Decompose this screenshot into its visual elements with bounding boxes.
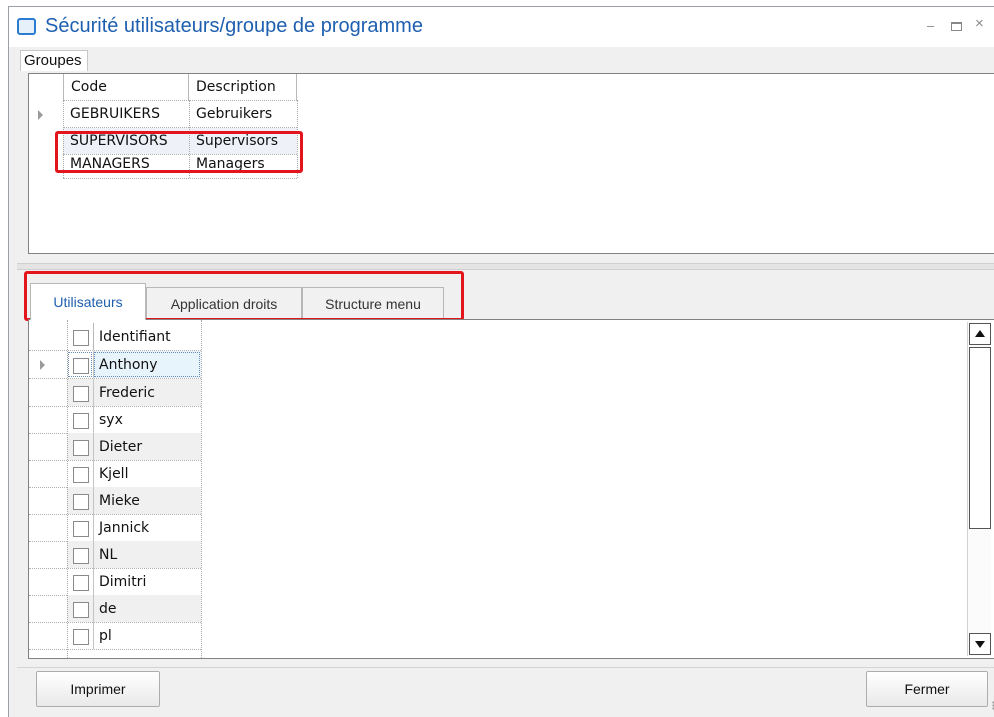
scroll-up-button[interactable] bbox=[969, 323, 991, 345]
user-name[interactable]: pl bbox=[93, 622, 201, 649]
user-row[interactable]: Dimitri bbox=[29, 568, 201, 595]
divider bbox=[17, 667, 994, 668]
group-description[interactable]: Gebruikers bbox=[189, 101, 297, 127]
groups-grid: Code Description GEBRUIKERS Gebruikers S… bbox=[28, 73, 994, 254]
tab-utilisateurs[interactable]: Utilisateurs bbox=[30, 283, 146, 320]
user-checkbox[interactable] bbox=[73, 629, 89, 645]
user-row[interactable]: de bbox=[29, 595, 201, 622]
groups-header-row: Code Description bbox=[29, 74, 297, 100]
tab-structure-menu[interactable]: Structure menu bbox=[302, 287, 444, 319]
user-checkbox[interactable] bbox=[73, 413, 89, 429]
users-grid: Identifiant Anthony Frederic syx Dieter bbox=[28, 319, 994, 659]
group-code[interactable]: SUPERVISORS bbox=[63, 128, 189, 154]
user-row[interactable]: syx bbox=[29, 406, 201, 433]
column-header-identifiant[interactable]: Identifiant bbox=[93, 323, 201, 350]
user-row[interactable]: pl bbox=[29, 622, 201, 649]
tab-application-droits[interactable]: Application droits bbox=[146, 287, 302, 319]
user-checkbox[interactable] bbox=[73, 548, 89, 564]
scroll-thumb[interactable] bbox=[969, 347, 991, 529]
close-button[interactable]: Fermer bbox=[866, 671, 988, 707]
user-row[interactable]: Kjell bbox=[29, 460, 201, 487]
vertical-scrollbar[interactable] bbox=[967, 322, 991, 656]
security-window: Sécurité utilisateurs/groupe de programm… bbox=[8, 6, 994, 717]
scroll-down-button[interactable] bbox=[969, 633, 991, 655]
close-window-button[interactable]: × bbox=[975, 16, 984, 31]
user-name[interactable]: Dimitri bbox=[93, 568, 201, 595]
user-name[interactable]: NL bbox=[93, 541, 201, 568]
arrow-up-icon bbox=[975, 330, 985, 337]
user-name[interactable]: Mieke bbox=[93, 487, 201, 514]
user-checkbox[interactable] bbox=[73, 521, 89, 537]
row-indicator-icon bbox=[38, 110, 43, 120]
user-row[interactable]: NL bbox=[29, 541, 201, 568]
group-code[interactable]: GEBRUIKERS bbox=[63, 101, 189, 127]
title-bar: Sécurité utilisateurs/groupe de programm… bbox=[9, 7, 994, 47]
users-header-row: Identifiant bbox=[29, 323, 201, 350]
user-row[interactable]: Frederic bbox=[29, 379, 201, 406]
user-name[interactable]: Frederic bbox=[93, 379, 201, 406]
minimize-button[interactable]: – bbox=[927, 19, 934, 33]
user-name[interactable]: Jannick bbox=[93, 514, 201, 541]
column-header-code[interactable]: Code bbox=[63, 74, 189, 100]
column-header-description[interactable]: Description bbox=[189, 74, 297, 100]
row-indicator-icon bbox=[40, 360, 45, 370]
user-checkbox[interactable] bbox=[73, 358, 89, 374]
user-row[interactable]: Jannick bbox=[29, 514, 201, 541]
user-name[interactable]: Dieter bbox=[93, 433, 201, 460]
user-name[interactable]: syx bbox=[93, 406, 201, 433]
user-name[interactable]: Kjell bbox=[93, 460, 201, 487]
user-checkbox[interactable] bbox=[73, 602, 89, 618]
user-row[interactable]: Anthony bbox=[29, 351, 201, 378]
user-checkbox[interactable] bbox=[73, 494, 89, 510]
splitter-handle[interactable] bbox=[17, 263, 994, 270]
window-title: Sécurité utilisateurs/groupe de programm… bbox=[45, 15, 423, 37]
user-row[interactable]: Dieter bbox=[29, 433, 201, 460]
user-name[interactable]: Anthony bbox=[93, 351, 201, 378]
user-checkbox[interactable] bbox=[73, 386, 89, 402]
select-all-checkbox[interactable] bbox=[73, 330, 89, 346]
user-row[interactable]: Mieke bbox=[29, 487, 201, 514]
user-checkbox[interactable] bbox=[73, 575, 89, 591]
group-description[interactable]: Supervisors bbox=[189, 128, 297, 154]
user-checkbox[interactable] bbox=[73, 440, 89, 456]
window-icon bbox=[17, 18, 36, 35]
group-row[interactable]: GEBRUIKERS Gebruikers bbox=[29, 101, 297, 127]
arrow-down-icon bbox=[975, 641, 985, 648]
groups-section-label: Groupes bbox=[20, 50, 88, 71]
user-checkbox[interactable] bbox=[73, 467, 89, 483]
print-button[interactable]: Imprimer bbox=[36, 671, 160, 707]
group-row-selected[interactable]: SUPERVISORS Supervisors bbox=[63, 128, 297, 154]
maximize-button[interactable] bbox=[951, 22, 962, 31]
user-name[interactable]: de bbox=[93, 595, 201, 622]
